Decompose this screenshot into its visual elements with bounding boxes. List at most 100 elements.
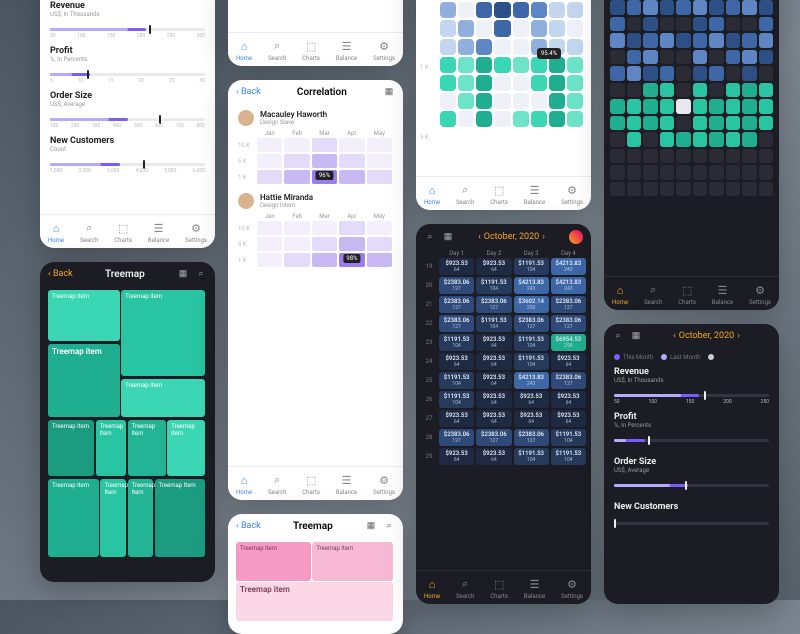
matrix-cell[interactable] [693,116,708,131]
heat-cell[interactable] [513,2,529,18]
slider[interactable] [614,516,769,530]
heat-cell[interactable] [494,93,510,109]
table-cell[interactable]: $923.5364 [551,353,586,370]
matrix-cell[interactable] [660,66,675,81]
matrix-cell[interactable] [643,165,658,180]
calendar-icon[interactable]: ▦ [177,268,189,280]
matrix-cell[interactable] [726,17,741,32]
table-cell[interactable]: $2383.06127 [514,315,549,332]
matrix-cell[interactable] [643,182,658,197]
heat-cell[interactable]: 98% [339,253,364,267]
table-cell[interactable]: $923.5364 [476,353,511,370]
matrix-cell[interactable] [726,50,741,65]
month-picker[interactable]: ‹ October, 2020 › [673,331,740,341]
matrix-cell[interactable] [742,182,757,197]
matrix-cell[interactable] [676,33,691,48]
back-button[interactable]: ‹ Back [48,269,73,279]
heat-cell[interactable] [440,57,456,73]
heat-cell[interactable] [440,2,456,18]
matrix-cell[interactable] [693,0,708,15]
matrix-cell[interactable] [627,83,642,98]
search-icon[interactable]: ⌕ [612,330,624,342]
month-picker[interactable]: ‹ October, 2020 › [478,232,545,242]
table-cell[interactable]: $2383.06127 [476,429,511,446]
table-cell[interactable]: $923.5364 [439,258,474,275]
table-cell[interactable]: $6954.53298 [551,334,586,351]
matrix-cell[interactable] [759,165,774,180]
matrix-cell[interactable] [693,149,708,164]
table-cell[interactable]: $4213.83243 [551,258,586,275]
heat-cell[interactable] [339,138,364,152]
matrix-cell[interactable] [742,116,757,131]
matrix-cell[interactable] [643,132,658,147]
matrix-cell[interactable] [759,83,774,98]
matrix-cell[interactable] [610,33,625,48]
heat-cell[interactable] [494,57,510,73]
heat-cell[interactable] [257,253,282,267]
tab-balance[interactable]: ☰Balance [336,40,357,62]
heat-cell[interactable] [567,111,583,127]
table-cell[interactable]: $4213.83243 [514,277,549,294]
heat-cell[interactable] [476,2,492,18]
table-cell[interactable]: $2383.06127 [551,296,586,313]
treemap-item[interactable]: Treemap item [128,420,166,477]
back-button[interactable]: ‹ Back [236,87,261,97]
heat-cell[interactable] [312,253,337,267]
table-cell[interactable]: $2383.06127 [514,429,549,446]
heatmap-grid[interactable] [432,0,591,133]
matrix-cell[interactable] [709,50,724,65]
heat-cell[interactable] [476,57,492,73]
matrix-cell[interactable] [759,17,774,32]
table-cell[interactable]: $923.5364 [439,410,474,427]
matrix-cell[interactable] [759,182,774,197]
tab-search[interactable]: ⌕Search [80,221,98,244]
treemap-item[interactable]: Treemap item [236,582,393,621]
heat-cell[interactable] [549,75,565,91]
matrix-cell[interactable] [742,132,757,147]
matrix-cell[interactable] [693,165,708,180]
heat-cell[interactable] [494,2,510,18]
heat-cell[interactable] [367,170,392,184]
table-cell[interactable]: $1191.53104 [476,277,511,294]
slider[interactable] [614,478,769,492]
search-icon[interactable]: ⌕ [195,268,207,280]
tab-charts[interactable]: ⬚Charts [302,40,320,62]
table-cell[interactable]: $2383.06127 [439,296,474,313]
matrix-cell[interactable] [643,0,658,15]
matrix-cell[interactable] [610,17,625,32]
table-cell[interactable]: $4213.83243 [514,372,549,389]
tab-search[interactable]: ⌕Search [268,473,286,496]
heat-cell[interactable] [494,20,510,36]
matrix-cell[interactable] [660,116,675,131]
matrix-cell[interactable] [759,99,774,114]
matrix-cell[interactable] [610,116,625,131]
heat-cell[interactable] [440,39,456,55]
heat-cell[interactable] [494,39,510,55]
table-cell[interactable]: $923.5364 [439,448,474,465]
matrix-cell[interactable] [693,50,708,65]
heat-cell[interactable] [367,154,392,168]
treemap-item[interactable]: Treemap item [48,344,120,417]
matrix-cell[interactable] [742,99,757,114]
matrix-cell[interactable] [676,165,691,180]
calendar-icon[interactable]: ▦ [383,86,395,98]
tab-settings[interactable]: ⚙Settings [561,184,583,206]
heat-cell[interactable] [567,57,583,73]
matrix-cell[interactable] [693,33,708,48]
heat-cell[interactable] [513,93,529,109]
matrix-cell[interactable] [709,182,724,197]
matrix-cell[interactable] [742,149,757,164]
matrix-cell[interactable] [676,132,691,147]
heat-cell[interactable] [440,20,456,36]
heat-cell[interactable] [312,138,337,152]
matrix-cell[interactable] [627,17,642,32]
heat-cell[interactable] [458,111,474,127]
table-cell[interactable]: $2383.06127 [551,372,586,389]
treemap-item[interactable]: Treemap item [121,379,205,417]
matrix-cell[interactable] [742,66,757,81]
heat-cell[interactable] [549,20,565,36]
table-cell[interactable]: $923.5364 [476,258,511,275]
matrix-cell[interactable] [610,99,625,114]
table-cell[interactable]: $923.5364 [514,410,549,427]
heat-cell[interactable] [312,154,337,168]
